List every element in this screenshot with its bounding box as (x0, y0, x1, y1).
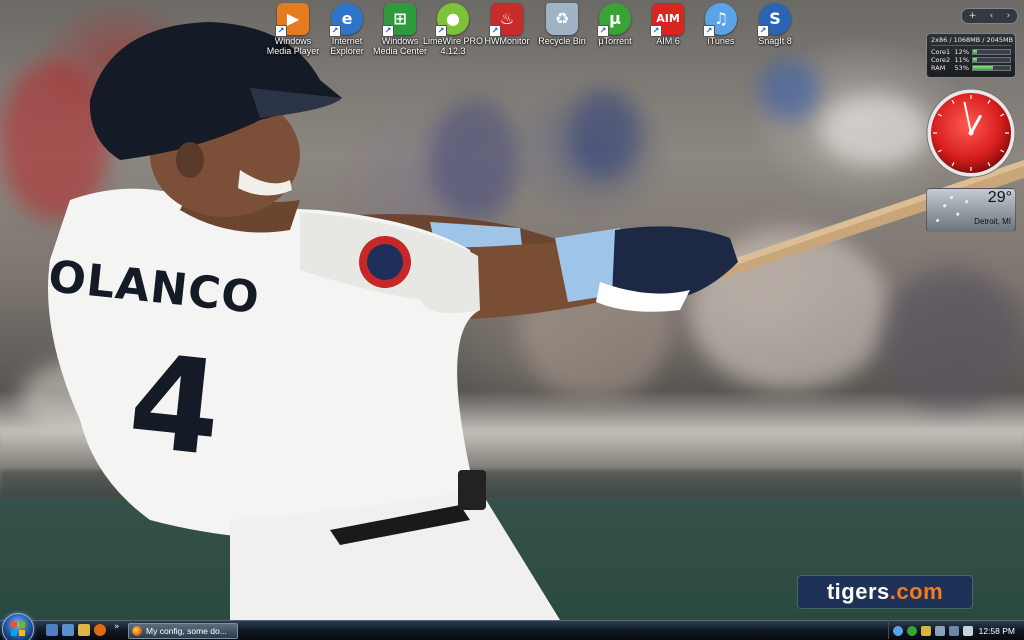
aim-icon: AIM ↗ (650, 3, 684, 37)
windows-media-center-icon: ⊞ ↗ (382, 3, 416, 37)
limewire-icon: ● ↗ (435, 3, 469, 37)
hwmonitor-icon: ♨ ↗ (489, 3, 523, 37)
core2-row: Core2 11% (931, 56, 1011, 64)
desktop-icon-label: LimeWire PRO 4.12.3 (422, 36, 483, 56)
monitor-tray-icon[interactable] (935, 625, 945, 636)
ram-value: 53% (954, 64, 969, 72)
network-icon[interactable] (893, 625, 903, 636)
desktop-icon-label: SnagIt 8 (758, 36, 792, 46)
ram-bar (972, 65, 1011, 71)
taskbar-clock[interactable]: 12:58 PM (979, 626, 1015, 636)
taskbar-button-label: My config, some do... (146, 626, 227, 636)
folder-icon[interactable] (78, 624, 90, 636)
snagit-icon: S ↗ (757, 3, 791, 37)
tigers-watermark: tigers .com (798, 576, 972, 608)
watermark-tld: .com (889, 579, 944, 604)
shortcut-arrow-icon: ↗ (329, 25, 341, 37)
desktop-icon-label: Windows Media Player (266, 36, 320, 56)
security-icon[interactable] (921, 625, 931, 636)
display-icon[interactable] (949, 625, 959, 636)
sidebar-controls[interactable]: + ‹ › (961, 8, 1018, 24)
wallpaper: OLANCO 4 tigers .com (0, 0, 1024, 620)
core2-label: Core2 (931, 56, 951, 64)
desktop-icon[interactable]: ♫ ↗ iTunes (690, 3, 752, 59)
taskbar: » My config, some do... 12:58 PM (0, 613, 1024, 640)
itunes-icon: ♫ ↗ (703, 3, 737, 37)
jersey-number: 4 (122, 324, 229, 486)
firefox-icon (132, 626, 142, 636)
core1-bar (972, 49, 1011, 55)
core1-value: 12% (954, 48, 969, 56)
watermark-main: tigers (826, 579, 890, 604)
utorrent-tray-icon[interactable] (907, 625, 917, 636)
desktop-icon[interactable]: ▶ ↗ Windows Media Player (262, 3, 324, 59)
volume-icon[interactable] (963, 625, 973, 636)
desktop-icon[interactable]: S ↗ SnagIt 8 (744, 3, 806, 59)
desktop-icon-label: HWMonitor (484, 36, 530, 46)
utorrent-icon: µ ↗ (597, 3, 631, 37)
desktop[interactable]: OLANCO 4 tigers .com ▶ ↗ Windows Media Play… (0, 0, 1024, 640)
core2-bar (972, 57, 1011, 63)
core1-label: Core1 (931, 48, 951, 56)
shortcut-arrow-icon: ↗ (275, 25, 287, 37)
ram-row: RAM 53% (931, 64, 1011, 72)
windows-media-player-icon: ▶ ↗ (275, 3, 309, 37)
quick-launch-overflow-button[interactable]: » (114, 622, 120, 632)
shortcut-arrow-icon: ↗ (597, 25, 609, 37)
shortcut-arrow-icon: ↗ (757, 25, 769, 37)
taskbar-button-firefox[interactable]: My config, some do... (128, 623, 238, 639)
start-button[interactable] (2, 613, 34, 640)
recycle-bin-icon: ♻↗ (546, 3, 578, 35)
weather-gadget[interactable]: 29° Detroit, MI (926, 188, 1016, 232)
memory-summary: 2x86 / 1068MB / 2045MB (931, 36, 1014, 46)
previous-page-button[interactable]: ‹ (990, 9, 994, 23)
shortcut-arrow-icon: ↗ (489, 25, 501, 37)
desktop-icon-label: iTunes (707, 36, 735, 46)
shortcut-arrow-icon: ↗ (382, 25, 394, 37)
weather-city: Detroit, MI (974, 217, 1011, 226)
core1-row: Core1 12% (931, 48, 1011, 56)
core2-value: 11% (954, 56, 969, 64)
hardware-monitor-gadget[interactable]: 2x86 / 1068MB / 2045MB Core1 12% Core2 1… (926, 33, 1016, 78)
system-tray: 12:58 PM (888, 622, 1023, 639)
add-gadget-button[interactable]: + (969, 9, 977, 23)
internet-explorer-icon: e ↗ (329, 3, 363, 37)
desktop-icon[interactable]: ♨ ↗ HWMonitor (476, 3, 538, 59)
shortcut-arrow-icon: ↗ (703, 25, 715, 37)
desktop-icon[interactable]: ● ↗ LimeWire PRO 4.12.3 (422, 3, 484, 59)
weather-temperature: 29° (987, 189, 1012, 206)
shortcut-arrow-icon: ↗ (435, 25, 447, 37)
next-page-button[interactable]: › (1007, 9, 1011, 23)
show-desktop-icon[interactable] (46, 624, 58, 636)
windows-logo-icon (11, 622, 25, 636)
ram-label: RAM (931, 64, 946, 72)
shortcut-arrow-icon: ↗ (650, 25, 662, 37)
firefox-icon[interactable] (94, 624, 106, 636)
clock-gadget[interactable] (924, 86, 1018, 180)
switch-windows-icon[interactable] (62, 624, 74, 636)
